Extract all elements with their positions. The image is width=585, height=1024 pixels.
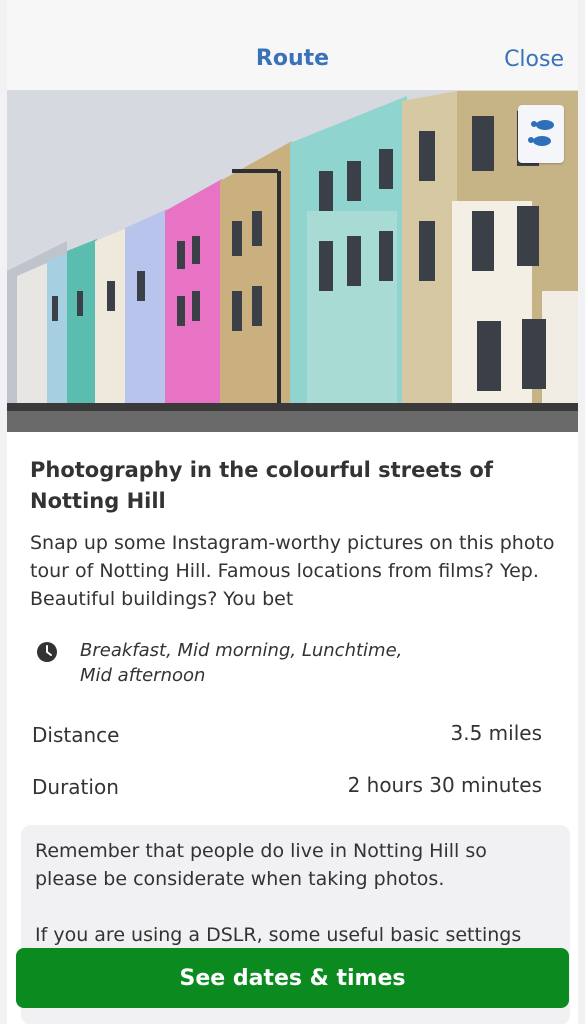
duration-label: Duration [32,775,119,799]
clock-icon [37,642,57,662]
notting-hill-houses-photo [7,91,578,432]
note-paragraph: Remember that people do live in Notting … [35,840,487,890]
route-description: Snap up some Instagram-worthy pictures o… [30,532,555,610]
hero-image [7,91,578,432]
header-bar: Route Close [7,0,578,91]
route-title: Photography in the colourful streets of … [30,458,493,513]
see-dates-button[interactable]: See dates & times [16,948,569,1008]
page-title: Route [255,46,330,71]
close-button[interactable]: Close [504,47,564,72]
walking-footprints-icon [518,105,564,163]
route-sheet: Route Close Photography in the colourful… [7,0,578,1024]
time-slots-line-1: Breakfast, Mid morning, Lunchtime, [80,640,403,661]
note-paragraph: If you are using a DSLR, some useful bas… [35,924,522,946]
duration-value: 2 hours 30 minutes [347,773,542,797]
distance-label: Distance [32,723,120,747]
distance-value: 3.5 miles [450,721,542,745]
route-details: Photography in the colourful streets of … [30,455,560,799]
time-slots-line-2: Mid afternoon [80,665,206,686]
